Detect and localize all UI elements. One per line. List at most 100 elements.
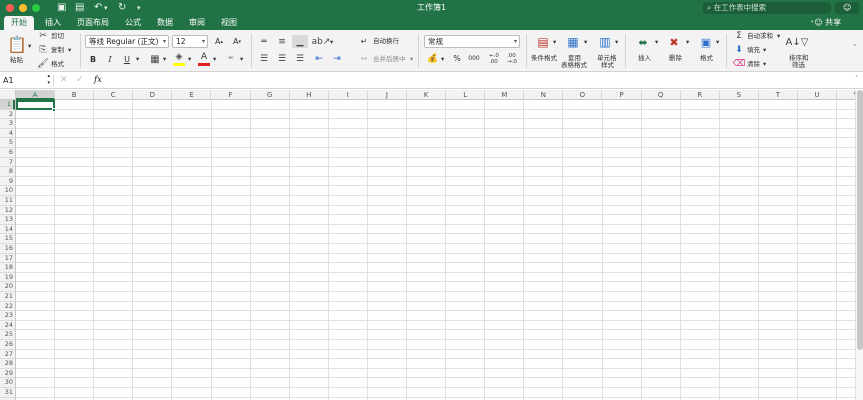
cell-styles-dropdown-icon[interactable]: ▾ xyxy=(615,39,618,46)
sidebar-toggle-icon[interactable]: ▣ xyxy=(57,1,66,15)
row-header-20[interactable]: 20 xyxy=(0,282,15,292)
column-header-q[interactable]: Q xyxy=(642,90,681,100)
align-bottom-icon[interactable]: ▁ xyxy=(292,35,308,48)
conditional-formatting-icon[interactable]: ▤ xyxy=(534,34,552,50)
save-icon[interactable]: ▤ xyxy=(75,1,84,15)
column-header-a[interactable]: A xyxy=(16,90,56,100)
sort-filter-label-2[interactable]: 筛选 xyxy=(792,62,805,69)
row-header-17[interactable]: 17 xyxy=(0,254,15,264)
name-box-stepper-icon[interactable]: ▴ ▾ xyxy=(47,73,50,87)
tab-home[interactable]: 开始 xyxy=(4,16,34,30)
column-header-t[interactable]: T xyxy=(759,90,798,100)
row-header-1[interactable]: 1 xyxy=(0,100,15,110)
delete-dropdown-icon[interactable]: ▾ xyxy=(686,39,689,46)
copy-button[interactable]: 复制 xyxy=(51,47,64,54)
underline-button[interactable]: U xyxy=(121,53,133,65)
format-painter-icon[interactable]: 🖌 xyxy=(37,59,48,69)
row-header-18[interactable]: 18 xyxy=(0,263,15,273)
font-color-dropdown-icon[interactable]: ▾ xyxy=(213,56,216,63)
row-header-24[interactable]: 24 xyxy=(0,321,15,331)
delete-cells-icon[interactable]: ✖ xyxy=(664,35,684,49)
fill-color-icon[interactable]: ◈ xyxy=(172,51,186,63)
row-header-14[interactable]: 14 xyxy=(0,225,15,235)
vertical-scrollbar-thumb[interactable] xyxy=(857,90,863,350)
orientation-dropdown-icon[interactable]: ▾ xyxy=(330,39,333,46)
vertical-scrollbar[interactable] xyxy=(855,90,863,400)
column-header-f[interactable]: F xyxy=(212,90,251,100)
wrap-text-button[interactable]: 自动换行 xyxy=(373,38,399,45)
fill-color-dropdown-icon[interactable]: ▾ xyxy=(188,56,191,63)
phonetic-guide-button[interactable]: ᵃᶜ xyxy=(223,52,239,65)
column-header-d[interactable]: D xyxy=(133,90,173,100)
row-header-6[interactable]: 6 xyxy=(0,148,15,158)
column-header-h[interactable]: H xyxy=(290,90,329,100)
number-format-select[interactable]: 常规 ▾ xyxy=(424,35,520,48)
row-header-4[interactable]: 4 xyxy=(0,129,15,139)
column-header-m[interactable]: M xyxy=(485,90,525,100)
align-middle-icon[interactable]: ≡ xyxy=(274,35,290,48)
conditional-formatting-button[interactable]: 条件格式 xyxy=(531,55,557,62)
row-header-12[interactable]: 12 xyxy=(0,206,15,216)
row-header-10[interactable]: 10 xyxy=(0,186,15,196)
row-header-5[interactable]: 5 xyxy=(0,138,15,148)
wrap-text-icon[interactable]: ↵ xyxy=(358,36,370,47)
align-top-icon[interactable]: ═ xyxy=(256,35,272,48)
format-as-table-dropdown-icon[interactable]: ▾ xyxy=(584,39,587,46)
column-header-j[interactable]: J xyxy=(368,90,407,100)
row-header-26[interactable]: 26 xyxy=(0,340,15,350)
phonetic-dropdown-icon[interactable]: ▾ xyxy=(240,56,243,63)
italic-button[interactable]: I xyxy=(104,53,116,65)
tab-view[interactable]: 视图 xyxy=(214,16,244,30)
format-as-table-label-2[interactable]: 表格格式 xyxy=(561,62,587,69)
row-header-30[interactable]: 30 xyxy=(0,378,15,388)
row-header-27[interactable]: 27 xyxy=(0,350,15,360)
select-all-button[interactable] xyxy=(0,90,16,100)
comma-style-button[interactable]: 000 xyxy=(466,52,482,65)
row-header-23[interactable]: 23 xyxy=(0,311,15,321)
name-box[interactable]: A1 ▴ ▾ xyxy=(3,73,50,87)
account-button[interactable]: ☺ xyxy=(835,2,859,14)
delete-cells-button[interactable]: 删除 xyxy=(669,55,682,62)
accounting-format-icon[interactable]: 💰 xyxy=(425,52,441,65)
active-cell[interactable] xyxy=(16,100,55,110)
tab-page-layout[interactable]: 页面布局 xyxy=(72,16,114,30)
zoom-window-button[interactable] xyxy=(32,4,40,12)
increase-font-size-button[interactable]: A ▴ xyxy=(211,35,227,48)
insert-function-button[interactable]: fx xyxy=(94,74,102,87)
autosum-button[interactable]: 自动求和 xyxy=(747,33,773,40)
copy-icon[interactable]: ⎘ xyxy=(38,45,48,55)
cut-button[interactable]: 剪切 xyxy=(51,33,64,40)
column-header-g[interactable]: G xyxy=(251,90,290,100)
column-header-s[interactable]: S xyxy=(720,90,759,100)
cell-area[interactable] xyxy=(16,100,855,400)
redo-icon[interactable]: ↻ xyxy=(118,1,126,15)
decrease-font-size-button[interactable]: A ▾ xyxy=(229,35,245,48)
row-header-11[interactable]: 11 xyxy=(0,196,15,206)
column-header-e[interactable]: E xyxy=(172,90,212,100)
clear-dropdown-icon[interactable]: ▾ xyxy=(763,61,766,68)
column-header-u[interactable]: U xyxy=(798,90,838,100)
align-left-icon[interactable]: ☰ xyxy=(256,52,272,65)
fill-down-icon[interactable]: ⬇ xyxy=(734,45,744,55)
format-dropdown-icon[interactable]: ▾ xyxy=(716,39,719,46)
paste-dropdown-icon[interactable]: ▾ xyxy=(28,43,31,50)
expand-formula-bar-icon[interactable]: ˅ xyxy=(855,75,858,82)
row-header-29[interactable]: 29 xyxy=(0,369,15,379)
cell-styles-icon[interactable]: ▥ xyxy=(596,34,614,50)
column-header-l[interactable]: L xyxy=(446,90,486,100)
merge-center-button[interactable]: 合并后居中 xyxy=(373,56,406,63)
undo-icon[interactable]: ↶ xyxy=(94,1,102,15)
merge-dropdown-icon[interactable]: ▾ xyxy=(410,56,413,63)
eraser-icon[interactable]: ⌫ xyxy=(733,59,746,69)
row-header-7[interactable]: 7 xyxy=(0,158,15,168)
cancel-icon[interactable]: ✕ xyxy=(60,74,68,87)
font-size-select[interactable]: 12 ▾ xyxy=(172,35,208,48)
column-header-n[interactable]: N xyxy=(524,90,564,100)
customize-toolbar-icon[interactable]: ▾ xyxy=(137,1,141,15)
column-header-v[interactable]: V xyxy=(837,90,855,100)
row-header-25[interactable]: 25 xyxy=(0,330,15,340)
column-header-r[interactable]: R xyxy=(681,90,720,100)
font-name-select[interactable]: 等线 Regular (正文) ▾ xyxy=(85,35,169,48)
borders-icon[interactable]: ▦ xyxy=(148,53,162,65)
row-header-22[interactable]: 22 xyxy=(0,302,15,312)
